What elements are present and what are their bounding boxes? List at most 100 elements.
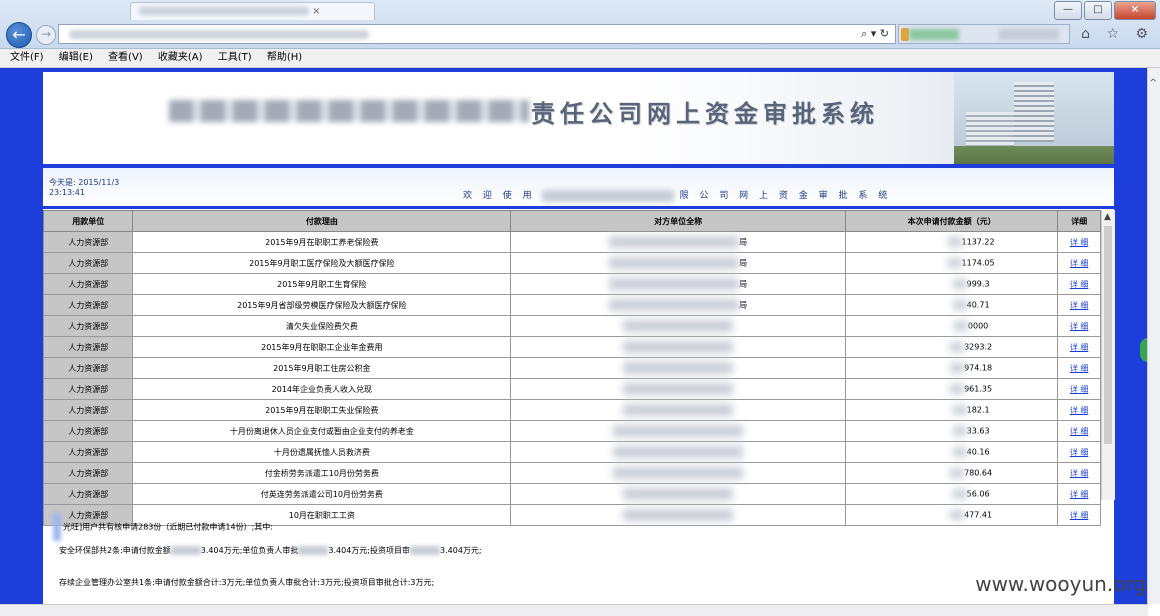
table-row: 人力资源部 2015年9月职工医疗保险及大额医疗保险 局 1174.05 详 细	[42, 252, 1101, 274]
detail-link[interactable]: 详 细	[1070, 385, 1089, 394]
amount-value: 477.41	[964, 510, 993, 520]
amount-redacted	[953, 321, 968, 331]
amount-redacted	[952, 300, 967, 310]
menu-file[interactable]: 文件(F)	[10, 49, 44, 67]
cell-amount: 182.1	[844, 399, 1059, 421]
table-scrollbar[interactable]: ▲	[1101, 210, 1115, 500]
cell-detail: 详 细	[1057, 441, 1101, 463]
amount-redacted	[947, 258, 962, 268]
detail-link[interactable]: 详 细	[1070, 364, 1089, 373]
detail-link[interactable]: 详 细	[1070, 343, 1089, 352]
cell-reason: 2015年9月省部级劳模医疗保险及大额医疗保险	[132, 294, 512, 316]
amount-value: 780.64	[964, 468, 993, 478]
browser-tab[interactable]: ×	[130, 2, 375, 20]
table-row: 人力资源部 2015年9月省部级劳模医疗保险及大额医疗保险 局 40.71 详 细	[42, 294, 1101, 316]
cell-unit: 人力资源部	[42, 273, 134, 295]
party-redacted	[609, 257, 740, 269]
address-bar[interactable]: ⌕ ▾ ↻	[58, 24, 896, 44]
welcome-prefix: 欢 迎 使 用	[463, 191, 536, 201]
amount-redacted	[950, 363, 965, 373]
browser-titlebar: × — □ × ← → ⌕ ▾ ↻ ⌂ ☆ ⚙	[0, 0, 1160, 49]
menu-view[interactable]: 查看(V)	[108, 49, 143, 67]
table-row: 人力资源部 十月份离退休人员企业支付或暂由企业支付的养老金 33.63 详 细	[42, 420, 1101, 442]
menu-tools[interactable]: 工具(T)	[218, 49, 252, 67]
cell-amount: 961.35	[844, 378, 1059, 400]
table-row: 人力资源部 2015年9月在职职工失业保险费 182.1 详 细	[42, 399, 1101, 421]
party-redacted	[623, 320, 734, 332]
table-row: 人力资源部 2015年9月职工住房公积金 974.18 详 细	[42, 357, 1101, 379]
cell-detail: 详 细	[1057, 420, 1101, 442]
cell-party: 局	[510, 252, 846, 274]
minimize-button[interactable]: —	[1054, 1, 1082, 20]
summary-2c: 3.404万元;投资项目审	[328, 546, 411, 555]
cell-detail: 详 细	[1057, 231, 1101, 253]
detail-link[interactable]: 详 细	[1070, 490, 1089, 499]
table-row: 人力资源部 付英连劳务派遣公司10月份劳务费 56.06 详 细	[42, 483, 1101, 505]
cell-detail: 详 细	[1057, 336, 1101, 358]
current-date: 今天是: 2015/11/3 23:13:41	[49, 178, 119, 198]
cell-unit: 人力资源部	[42, 252, 134, 274]
detail-link[interactable]: 详 细	[1070, 511, 1089, 520]
menu-favorites[interactable]: 收藏夹(A)	[158, 49, 203, 67]
detail-link[interactable]: 详 细	[1070, 427, 1089, 436]
cell-party	[510, 315, 846, 337]
cell-detail: 详 细	[1057, 315, 1101, 337]
party-tail: 局	[739, 300, 748, 310]
building-photo	[954, 72, 1114, 164]
party-redacted	[623, 488, 734, 500]
cell-amount: 999.3	[844, 273, 1059, 295]
menu-help[interactable]: 帮助(H)	[267, 49, 302, 67]
party-redacted	[623, 341, 734, 353]
horizontal-scrollbar[interactable]	[0, 604, 1148, 616]
table-row: 人力资源部 清欠失业保险费欠费 0000 详 细	[42, 315, 1101, 337]
browser-tab-strip[interactable]	[898, 24, 1070, 44]
forward-arrow-icon[interactable]: →	[36, 25, 56, 45]
cell-reason: 付英连劳务派遣公司10月份劳务费	[132, 483, 512, 505]
amount-value: 961.35	[964, 384, 993, 394]
watermark: www.wooyun.org	[975, 572, 1146, 596]
detail-link[interactable]: 详 细	[1070, 280, 1089, 289]
amount-value: 40.16	[966, 447, 990, 457]
table-row: 人力资源部 2014年企业负责人收入兑现 961.35 详 细	[42, 378, 1101, 400]
address-tools[interactable]: ⌕ ▾ ↻	[861, 27, 889, 41]
amount-value: 33.63	[966, 426, 990, 436]
amount-redacted	[950, 468, 965, 478]
amount-redacted	[952, 489, 967, 499]
page-background: 责任公司网上资金审批系统 今天是: 2015/11/3 23:13:41 欢 迎…	[0, 68, 1148, 604]
time-label: 23:13:41	[49, 188, 85, 197]
detail-link[interactable]: 详 细	[1070, 259, 1089, 268]
party-redacted	[609, 299, 740, 311]
detail-link[interactable]: 详 细	[1070, 406, 1089, 415]
cell-party	[510, 420, 846, 442]
cell-detail: 详 细	[1057, 378, 1101, 400]
page-scrollbar[interactable]: ^	[1147, 68, 1160, 604]
cell-party	[510, 462, 846, 484]
detail-link[interactable]: 详 细	[1070, 469, 1089, 478]
detail-link[interactable]: 详 细	[1070, 301, 1089, 310]
cell-amount: 1174.05	[844, 252, 1059, 274]
divider	[43, 206, 1114, 209]
scroll-up-icon[interactable]: ▲	[1104, 212, 1111, 222]
detail-link[interactable]: 详 细	[1070, 448, 1089, 457]
menu-edit[interactable]: 编辑(E)	[59, 49, 93, 67]
col-party: 对方单位全称	[510, 210, 846, 232]
scroll-thumb[interactable]	[1104, 226, 1112, 444]
summary-line-3: 存续企业管理办公室共1条:申请付款金额合计:3万元;单位负责人审批合计:3万元;…	[59, 578, 435, 587]
party-redacted	[609, 278, 740, 290]
redacted-amount	[410, 546, 441, 555]
page-scroll-up-icon[interactable]: ^	[1149, 78, 1157, 89]
detail-link[interactable]: 详 细	[1070, 238, 1089, 247]
info-bar: 今天是: 2015/11/3 23:13:41 欢 迎 使 用 限 公 司 网 上…	[43, 164, 1114, 206]
back-arrow-icon[interactable]: ←	[6, 22, 32, 48]
cell-reason: 2015年9月在职职工养老保险费	[132, 231, 512, 253]
amount-redacted	[952, 426, 967, 436]
cell-unit: 人力资源部	[42, 441, 134, 463]
table-row: 人力资源部 十月份遗属抚恤人员救济费 40.16 详 细	[42, 441, 1101, 463]
banner-title: 责任公司网上资金审批系统	[531, 99, 879, 128]
detail-link[interactable]: 详 细	[1070, 322, 1089, 331]
close-button[interactable]: ×	[1114, 1, 1156, 20]
toolbar-icons[interactable]: ⌂ ☆ ⚙	[1081, 26, 1154, 42]
redacted-mark	[53, 513, 61, 541]
cell-party: 局	[510, 294, 846, 316]
maximize-button[interactable]: □	[1084, 1, 1112, 20]
